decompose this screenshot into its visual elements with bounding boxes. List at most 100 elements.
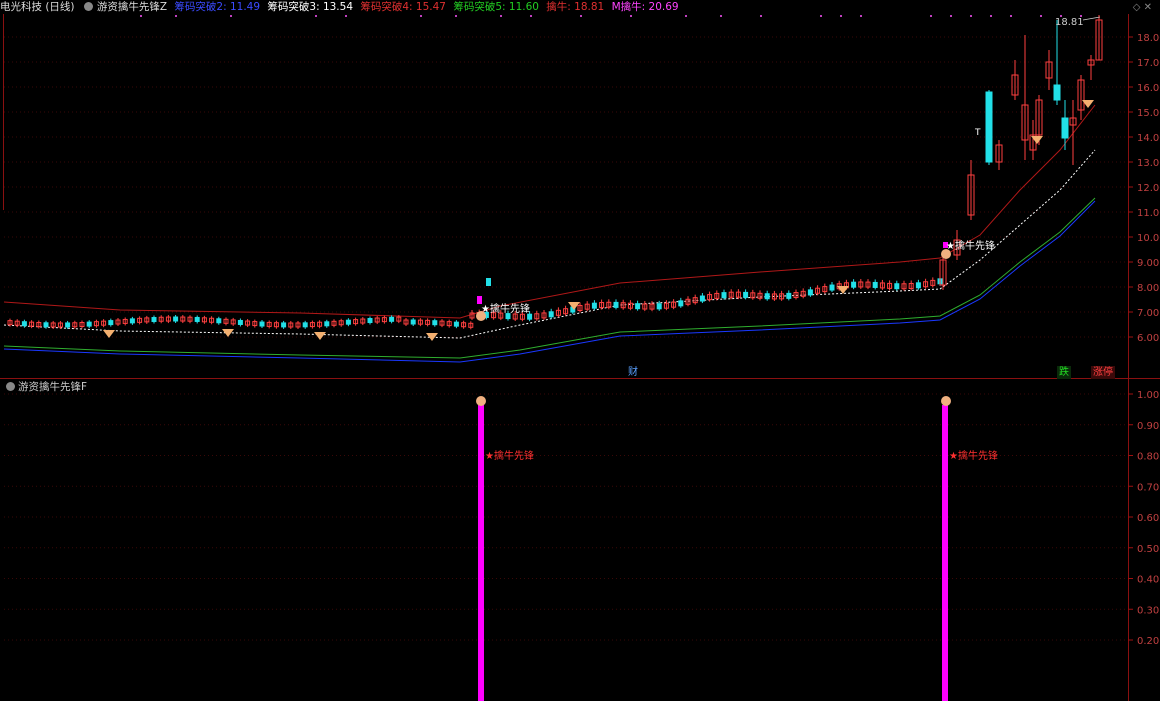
candle-body <box>129 318 135 324</box>
candle-body <box>345 319 351 325</box>
price-tick-label: 6.00 <box>1137 333 1159 344</box>
sub-header: 游资擒牛先锋F <box>4 380 87 394</box>
candle-body <box>237 319 243 325</box>
candle-body <box>591 302 597 309</box>
candle-body <box>410 319 416 325</box>
ma-white-dashed-line <box>3 149 1096 339</box>
candle-body <box>743 291 749 298</box>
sub-indicator-name[interactable]: 游资擒牛先锋F <box>18 381 87 393</box>
sub-signal-label-1: ★擒牛先锋 <box>485 449 534 462</box>
buy-diamond-marker <box>314 332 326 340</box>
candle-body <box>1053 84 1061 101</box>
cai-tag[interactable]: 财 <box>626 366 640 379</box>
price-tick-label: 10.00 <box>1137 233 1160 244</box>
sub-value-ticks: 1.00 0.90 0.80 0.70 0.60 0.50 0.40 0.30 0.20 <box>1128 390 1159 647</box>
signal-dot <box>1040 15 1042 17</box>
candle-body <box>486 278 491 286</box>
price-tick-label: 7.00 <box>1137 308 1159 319</box>
candle-body <box>678 300 684 307</box>
sub-grid <box>4 393 1128 641</box>
candle-body <box>699 295 705 302</box>
candle-body <box>894 283 900 290</box>
signal-bar-1 <box>478 405 484 701</box>
signal-dot <box>230 15 232 17</box>
signal-dot <box>720 15 722 17</box>
candle-body <box>21 321 27 327</box>
chart-canvas[interactable]: 18.00 17.00 16.00 15.00 14.00 13.00 12.00 11.00… <box>0 0 1160 701</box>
die-tag[interactable]: 跌 <box>1057 366 1071 379</box>
sub-tick-label: 0.90 <box>1137 421 1159 432</box>
sub-tick-label: 0.30 <box>1137 605 1159 616</box>
candle-body <box>851 281 857 288</box>
candle-body <box>872 281 878 288</box>
signal-candle <box>477 296 482 304</box>
candle-body <box>432 320 438 326</box>
candle-body <box>281 322 287 328</box>
high-price-label: 18.81 <box>1055 17 1084 28</box>
candle-body <box>721 292 727 299</box>
main-signal-label-1: ★擒牛先锋 <box>481 302 530 315</box>
sub-tick-label: 1.00 <box>1137 390 1159 401</box>
sub-tick-label: 0.20 <box>1137 636 1159 647</box>
price-tick-label: 17.00 <box>1137 58 1160 69</box>
candle-body <box>367 318 373 324</box>
candle-body <box>786 292 792 299</box>
signal-dot <box>950 15 952 17</box>
candle-body <box>389 316 395 322</box>
sub-tick-label: 0.70 <box>1137 482 1159 493</box>
signal-dot <box>860 15 862 17</box>
sub-tick-label: 0.60 <box>1137 513 1159 524</box>
signal-dot <box>500 15 502 17</box>
signal-dot <box>685 15 687 17</box>
sub-signal-label-2: ★擒牛先锋 <box>949 449 998 462</box>
zhangting-tag[interactable]: 涨停 <box>1091 366 1115 379</box>
signal-markers <box>103 100 1094 341</box>
signal-dot <box>455 15 457 17</box>
ma-red-line <box>3 104 1096 319</box>
price-tick-label: 18.00 <box>1137 33 1160 44</box>
price-tick-label: 11.00 <box>1137 208 1160 219</box>
candle-body <box>108 320 114 326</box>
main-grid <box>4 36 1128 338</box>
candle-body <box>656 303 662 310</box>
signal-dot <box>175 15 177 17</box>
price-tick-label: 13.00 <box>1137 158 1160 169</box>
ma-blue-line <box>3 200 1096 363</box>
signal-dot <box>820 15 822 17</box>
candle-body <box>216 318 222 324</box>
signal-dot <box>580 15 582 17</box>
signal-dot <box>840 15 842 17</box>
t-marker: T <box>974 128 981 138</box>
signal-dot <box>315 15 317 17</box>
signal-dot <box>990 15 992 17</box>
candle-body <box>807 289 813 296</box>
candle-body <box>829 284 835 291</box>
signal-dot <box>630 15 632 17</box>
main-signal-label-2: ★擒牛先锋 <box>946 239 995 252</box>
signal-dot <box>345 15 347 17</box>
candle-body <box>259 321 265 327</box>
price-tick-label: 14.00 <box>1137 133 1160 144</box>
price-tick-label: 8.00 <box>1137 283 1159 294</box>
signal-dot <box>970 15 972 17</box>
candle-body <box>86 321 92 327</box>
sub-tick-label: 0.50 <box>1137 544 1159 555</box>
gear-icon[interactable] <box>6 382 15 391</box>
signal-dot <box>1010 15 1012 17</box>
candle-body <box>613 301 619 308</box>
candle-body <box>453 321 459 327</box>
sub-tick-label: 0.80 <box>1137 452 1159 463</box>
candle-body <box>324 321 330 327</box>
signal-dot <box>420 15 422 17</box>
ma-green-line <box>3 197 1096 359</box>
candle-body <box>302 322 308 328</box>
candle-body <box>151 317 157 323</box>
candle-body <box>65 322 71 328</box>
signal-dots-row <box>140 15 1082 17</box>
candle-body <box>1061 117 1069 139</box>
candle-body <box>985 91 993 163</box>
candle-body <box>635 303 641 310</box>
candle-body <box>764 293 770 300</box>
signal-dot <box>140 15 142 17</box>
candle-body <box>194 316 200 322</box>
